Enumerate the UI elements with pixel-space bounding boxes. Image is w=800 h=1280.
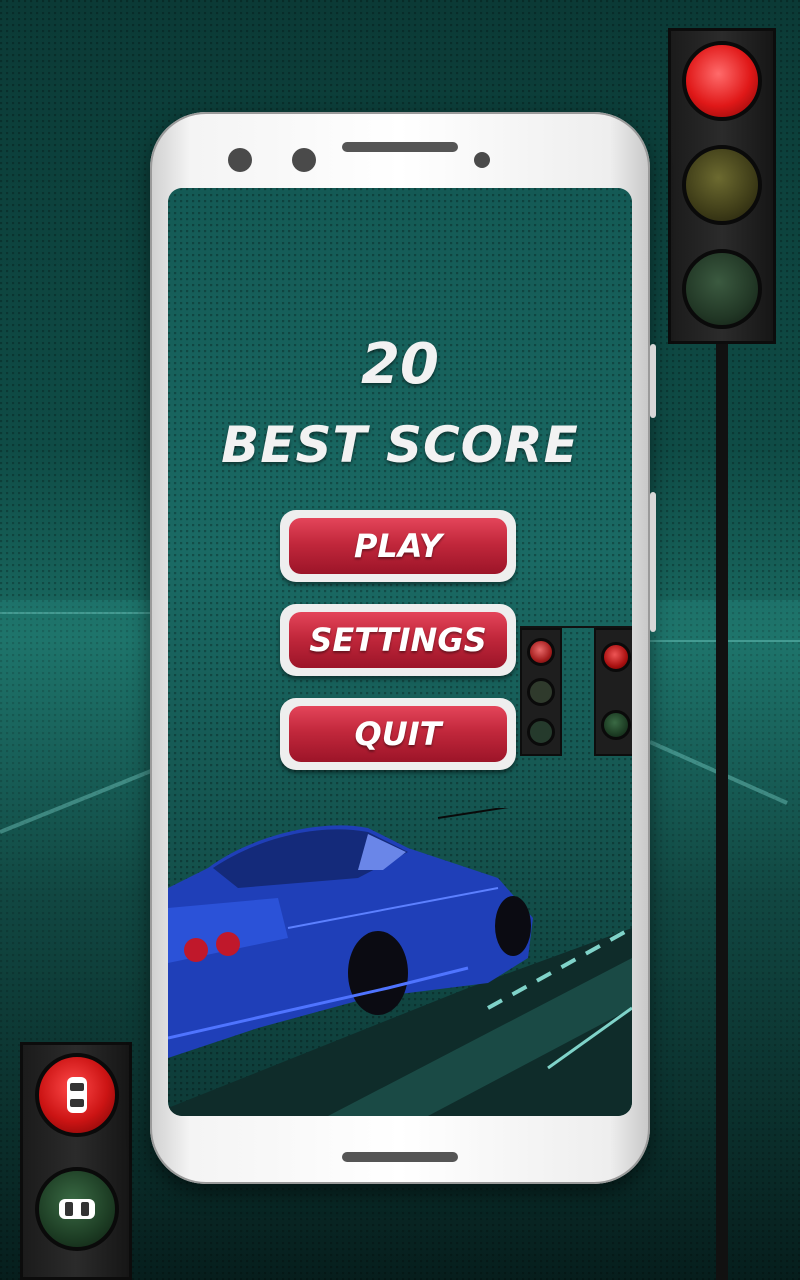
mini-green-light <box>527 718 555 746</box>
front-sensor <box>292 148 316 172</box>
game-screen: 20 BEST SCORE PLAY SETTINGS QUIT <box>168 188 632 1116</box>
power-button <box>650 344 656 418</box>
proximity-sensor <box>474 152 490 168</box>
best-score-value: 20 <box>361 332 439 397</box>
tail-light <box>184 938 208 962</box>
green-car-light <box>35 1167 119 1251</box>
volume-button <box>650 492 656 632</box>
car-traffic-light <box>20 1042 132 1280</box>
home-bar <box>342 1152 458 1162</box>
car-icon <box>67 1077 87 1113</box>
green-light <box>682 249 762 329</box>
car-scene <box>168 808 632 1116</box>
tail-light <box>216 932 240 956</box>
play-button[interactable]: PLAY <box>280 510 516 582</box>
mini-yellow-light <box>527 678 555 706</box>
mini-red-light <box>527 638 555 666</box>
mini-green-car-light <box>601 710 631 740</box>
mini-red-car-light <box>601 642 631 672</box>
front-camera <box>228 148 252 172</box>
traffic-light-pole <box>716 344 728 1280</box>
earpiece-speaker <box>342 142 458 152</box>
traffic-light-icon <box>668 28 776 344</box>
quit-button[interactable]: QUIT <box>280 698 516 770</box>
mini-traffic-light <box>520 628 562 756</box>
car-icon <box>59 1199 95 1219</box>
settings-button[interactable]: SETTINGS <box>280 604 516 676</box>
car-wheel <box>348 931 408 1015</box>
mini-car-traffic-light <box>594 628 632 756</box>
red-car-light <box>35 1053 119 1137</box>
best-score-label: BEST SCORE <box>221 416 579 474</box>
settings-button-label: SETTINGS <box>289 612 507 668</box>
car-wheel <box>495 896 531 956</box>
phone-frame: 20 BEST SCORE PLAY SETTINGS QUIT <box>150 112 656 1184</box>
quit-button-label: QUIT <box>289 706 507 762</box>
red-light <box>682 41 762 121</box>
road-line <box>0 612 150 614</box>
yellow-light <box>682 145 762 225</box>
play-button-label: PLAY <box>289 518 507 574</box>
